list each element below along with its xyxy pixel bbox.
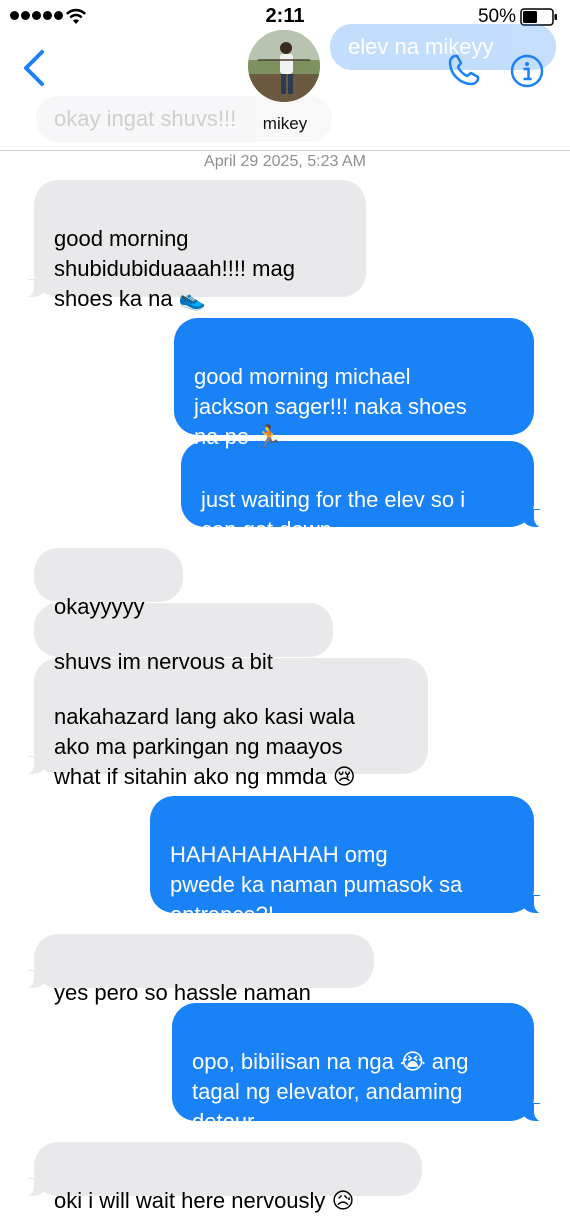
conversation-header: elev na mikeyy okay ingat shuvs!!! mikey — [0, 0, 570, 151]
message-text: okayyyyy — [54, 594, 145, 619]
received-message[interactable]: yes pero so hassle naman — [22, 934, 374, 1005]
message-text: opo, bibilisan na nga 😭 ang tagal ng ele… — [192, 1049, 469, 1134]
message-timestamp: April 29 2025, 5:23 AM — [204, 153, 366, 170]
message-text: good morning michael jackson sager!!! na… — [194, 364, 467, 449]
sent-message[interactable]: HAHAHAHAHAH omg pwede ka naman pumasok s… — [150, 796, 546, 927]
sent-message[interactable]: opo, bibilisan na nga 😭 ang tagal ng ele… — [172, 1003, 546, 1134]
message-text: HAHAHAHAHAH omg pwede ka naman pumasok s… — [170, 842, 463, 927]
sent-message[interactable]: just waiting for the elev so i can get d… — [181, 441, 546, 542]
received-message[interactable]: good morning shubidubiduaaah!!!! mag sho… — [22, 180, 366, 311]
received-message[interactable]: okayyyyy — [34, 548, 183, 619]
message-text: good morning shubidubiduaaah!!!! mag sho… — [54, 226, 295, 311]
info-icon[interactable] — [510, 54, 544, 88]
received-message[interactable]: oki i will wait here nervously 😥 — [22, 1142, 422, 1213]
contact-name[interactable]: mikey — [0, 114, 570, 134]
message-text: shuvs im nervous a bit — [54, 649, 273, 674]
message-text: oki i will wait here nervously 😥 — [54, 1188, 355, 1213]
message-text: nakahazard lang ako kasi wala ako ma par… — [54, 704, 356, 789]
sent-message[interactable]: good morning michael jackson sager!!! na… — [174, 318, 534, 449]
avatar[interactable] — [248, 30, 320, 102]
phone-icon[interactable] — [446, 52, 482, 88]
back-chevron-icon[interactable] — [18, 48, 50, 88]
received-message[interactable]: nakahazard lang ako kasi wala ako ma par… — [22, 658, 428, 789]
message-text: yes pero so hassle naman — [54, 980, 311, 1005]
message-text: just waiting for the elev so i can get d… — [201, 487, 466, 542]
